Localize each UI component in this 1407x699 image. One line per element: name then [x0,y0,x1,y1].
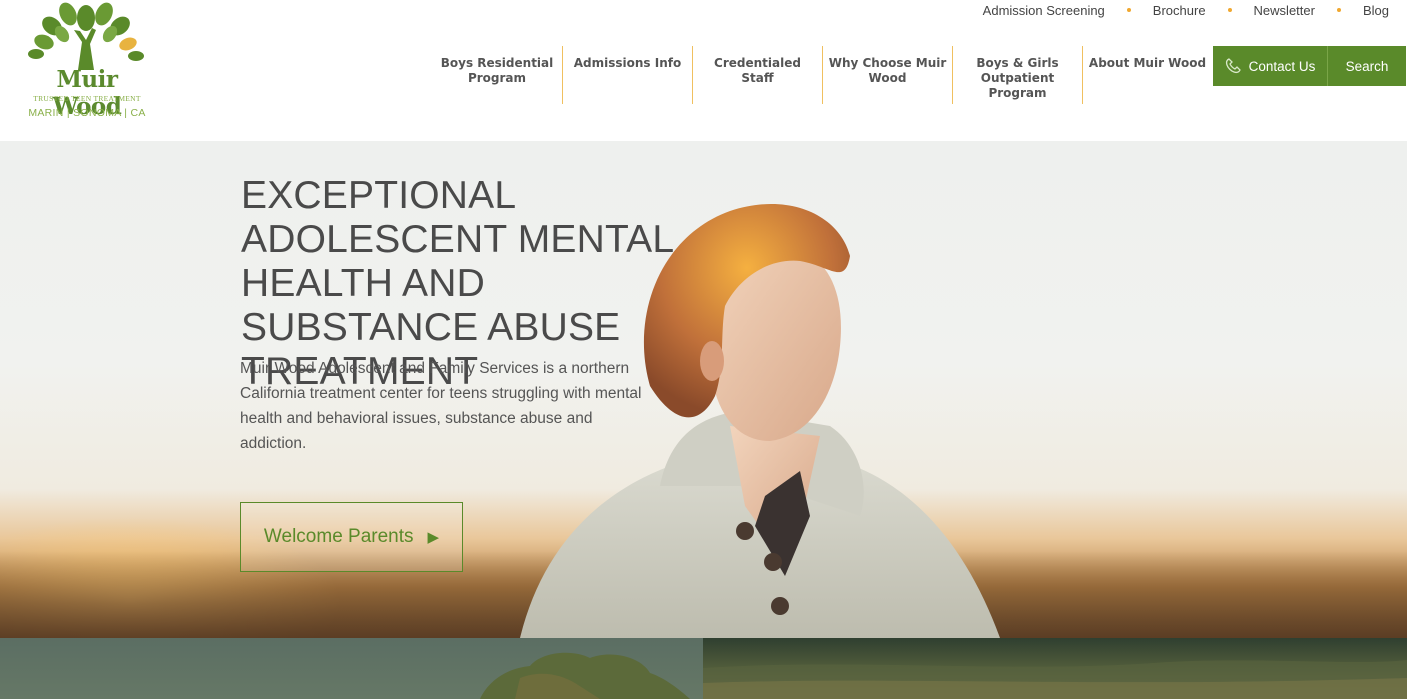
nav-boys-residential-program[interactable]: Boys Residential Program [432,46,562,104]
separator-dot [1227,8,1232,12]
welcome-parents-button[interactable]: Welcome Parents ▶ [240,502,463,572]
nav-outpatient-program[interactable]: Boys & Girls Outpatient Program [952,46,1082,104]
util-link-newsletter[interactable]: Newsletter [1254,3,1315,18]
sky-image [703,660,1407,699]
hero-description: Muir Wood Adolescent and Family Services… [240,360,642,452]
tree-logo-icon [28,2,144,70]
play-arrow-icon: ▶ [427,529,440,546]
feature-tile-right[interactable] [703,638,1407,699]
nav-credentialed-staff[interactable]: Credentialed Staff [692,46,822,104]
util-link-blog[interactable]: Blog [1363,3,1389,18]
separator-dot [1126,8,1131,12]
utility-nav: Admission Screening Brochure Newsletter … [983,0,1389,20]
contact-us-button[interactable]: Contact Us [1213,46,1328,86]
feature-tile-left[interactable] [0,638,703,699]
phone-icon [1225,58,1241,74]
util-link-admission-screening[interactable]: Admission Screening [983,3,1105,18]
nav-why-choose-muir-wood[interactable]: Why Choose Muir Wood [822,46,952,104]
logo-tagline: TRUSTED TEEN TREATMENT [33,94,141,103]
logo-locations: MARIN | SONOMA | CA [28,107,146,119]
search-label: Search [1345,58,1389,74]
nav-admissions-info[interactable]: Admissions Info [562,46,692,104]
nav-about-muir-wood[interactable]: About Muir Wood [1082,46,1212,104]
hero-banner: EXCEPTIONAL ADOLESCENT MENTAL HEALTH AND… [0,141,1407,638]
main-nav: Boys Residential Program Admissions Info… [432,46,1212,104]
separator-dot [1336,8,1341,12]
logo[interactable]: Muir Wood TRUSTED TEEN TREATMENT MARIN |… [16,0,156,124]
util-link-brochure[interactable]: Brochure [1153,3,1206,18]
search-button[interactable]: Search [1328,46,1406,86]
welcome-parents-label: Welcome Parents [263,526,414,547]
site-header: Muir Wood TRUSTED TEEN TREATMENT MARIN |… [0,0,1407,141]
oak-tree-image [480,652,690,699]
contact-us-label: Contact Us [1248,58,1316,74]
